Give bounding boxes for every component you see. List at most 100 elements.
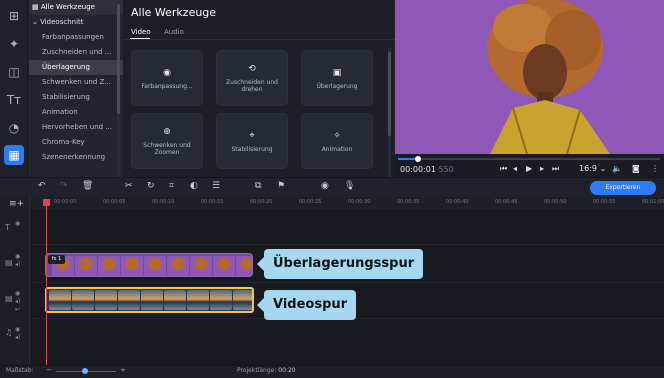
ruler-tick-label: 00:00:30: [348, 199, 371, 205]
ruler-tick-label: 00:00:40: [446, 199, 469, 205]
ruler-tick-label: 00:01:00: [642, 199, 664, 205]
location-icon[interactable]: ◉: [321, 181, 329, 191]
overlay-frame-thumbnail: [75, 256, 97, 276]
visibility-icon[interactable]: ◉: [15, 326, 20, 333]
stickers-icon[interactable]: ◔: [4, 118, 24, 138]
play-icon[interactable]: ▶: [526, 164, 532, 173]
visibility-icon[interactable]: ◉: [15, 220, 20, 227]
marker-icon[interactable]: ⚑: [277, 181, 285, 191]
aspect-ratio-select[interactable]: 16:9 ⌄: [579, 164, 606, 173]
rotate-icon[interactable]: ↻: [147, 181, 155, 191]
video-frame-thumbnail: [187, 290, 209, 310]
divider: [30, 282, 664, 283]
overlay-frame-thumbnail: [98, 256, 120, 276]
skip-back-icon[interactable]: ⏮: [500, 164, 507, 174]
category-item[interactable]: Stabilisierung: [29, 90, 123, 105]
undo-icon[interactable]: ↶: [38, 181, 46, 191]
category-item-selected[interactable]: Überlagerung: [29, 60, 123, 75]
overlay-icon: ▣: [332, 67, 342, 78]
mute-icon[interactable]: ◂): [15, 334, 20, 341]
category-item[interactable]: Chroma-Key: [29, 135, 123, 150]
category-item[interactable]: Farbanpassungen: [29, 30, 123, 45]
ruler-tick-label: 00:00:20: [250, 199, 273, 205]
zoom-in-icon[interactable]: +: [120, 366, 126, 374]
grid-icon: ▦: [32, 3, 41, 11]
zoom-handle[interactable]: [82, 368, 88, 374]
overlay-frame-thumbnail: [121, 256, 143, 276]
preview-image: [395, 0, 664, 154]
link-icon[interactable]: ↩: [15, 306, 20, 313]
tool-tile-stabilize[interactable]: ⌖ Stabilisierung: [216, 113, 288, 169]
stabilize-icon: ⌖: [249, 130, 255, 141]
color-adjust-icon[interactable]: ◐: [190, 181, 198, 191]
pan-zoom-icon: ⊕: [163, 127, 171, 137]
crop-icon[interactable]: ⌗: [169, 181, 174, 191]
more-icon[interactable]: ⋮: [651, 164, 659, 173]
tools-scrollbar[interactable]: [388, 48, 391, 177]
tool-tile-crop[interactable]: ⟲ Zuschneiden und drehen: [216, 50, 288, 106]
zoom-out-icon[interactable]: −: [46, 366, 52, 374]
delete-icon[interactable]: 🗑: [82, 181, 93, 191]
category-root[interactable]: ▦ Alle Werkzeuge: [29, 0, 123, 15]
overlay-frame-thumbnail: [144, 256, 166, 276]
tool-tile-overlay[interactable]: ▣ Überlagerung: [301, 50, 373, 106]
tools-panel: Alle Werkzeuge Video Audio ◉ Farbanpassu…: [123, 0, 395, 177]
category-item[interactable]: Hervorheben und ...: [29, 120, 123, 135]
category-item[interactable]: Szenenerkennung: [29, 150, 123, 165]
category-item[interactable]: Animation: [29, 105, 123, 120]
visibility-icon[interactable]: ◉: [15, 253, 20, 260]
playhead[interactable]: [46, 199, 47, 365]
tab-video[interactable]: Video: [131, 28, 151, 36]
microphone-icon[interactable]: 🎙: [344, 181, 355, 191]
project-length: Projektlänge: 00:20: [237, 367, 296, 374]
video-preview[interactable]: [395, 0, 664, 154]
video-frame-thumbnail: [141, 290, 163, 310]
video-frame-thumbnail: [233, 290, 252, 310]
all-tools-icon[interactable]: ▦: [4, 145, 24, 165]
category-group[interactable]: ⌄ Videoschnitt: [29, 15, 123, 30]
overlay-track-callout: Überlagerungsspur: [256, 249, 424, 279]
mute-icon[interactable]: ◂): [15, 298, 20, 305]
overlay-clip[interactable]: [45, 253, 253, 277]
snapshot-icon[interactable]: ◙: [632, 164, 640, 173]
seek-bar[interactable]: [398, 158, 660, 160]
text-track-icon: T: [5, 223, 10, 232]
tool-tile-animation[interactable]: ✧ Animation: [301, 113, 373, 169]
overlay-tool-icon[interactable]: ⧉: [255, 181, 261, 191]
video-frame-thumbnail: [49, 290, 71, 310]
video-frame-thumbnail: [164, 290, 186, 310]
audio-track-icon: ♫: [5, 328, 13, 337]
import-icon[interactable]: ⊞: [4, 6, 24, 26]
category-item[interactable]: Schwenken und Z...: [29, 75, 123, 90]
overlay-frame-thumbnail: [236, 256, 252, 276]
visibility-icon[interactable]: ◉: [15, 290, 20, 297]
video-frame-thumbnail: [95, 290, 117, 310]
tool-tile-color[interactable]: ◉ Farbanpassung...: [131, 50, 203, 106]
redo-icon[interactable]: ↷: [60, 181, 68, 191]
ruler-tick-label: 00:00:50: [544, 199, 567, 205]
seek-handle[interactable]: [415, 156, 421, 162]
chevron-down-icon: ⌄: [32, 18, 41, 26]
transitions-icon[interactable]: ◫: [4, 62, 24, 82]
add-track-icon[interactable]: ≡+: [9, 199, 24, 209]
overlay-track-icon: ▤: [5, 258, 13, 267]
frame-back-icon[interactable]: ◂: [513, 164, 517, 173]
playhead-handle[interactable]: [43, 199, 50, 206]
video-track-icon: ▤: [5, 294, 13, 303]
tool-tile-pan-zoom[interactable]: ⊕ Schwenken und Zoomen: [131, 113, 203, 169]
mute-icon[interactable]: ◂): [15, 261, 20, 268]
animation-icon: ✧: [333, 130, 341, 141]
category-item[interactable]: Zuschneiden und ...: [29, 45, 123, 60]
magic-wand-icon[interactable]: ✦: [4, 34, 24, 54]
volume-icon[interactable]: 🔈: [612, 164, 622, 173]
export-button[interactable]: Exportieren: [590, 181, 656, 195]
frame-forward-icon[interactable]: ▸: [540, 164, 544, 173]
titles-icon[interactable]: Tт: [4, 90, 24, 110]
tab-audio[interactable]: Audio: [164, 28, 184, 36]
category-list: ▦ Alle Werkzeuge ⌄ Videoschnitt Farbanpa…: [29, 0, 123, 177]
category-scrollbar[interactable]: [117, 0, 120, 177]
cut-icon[interactable]: ✂: [125, 181, 133, 191]
skip-forward-icon[interactable]: ⏭: [552, 164, 559, 174]
video-clip[interactable]: [45, 287, 254, 313]
clip-properties-icon[interactable]: ☰: [212, 181, 220, 191]
